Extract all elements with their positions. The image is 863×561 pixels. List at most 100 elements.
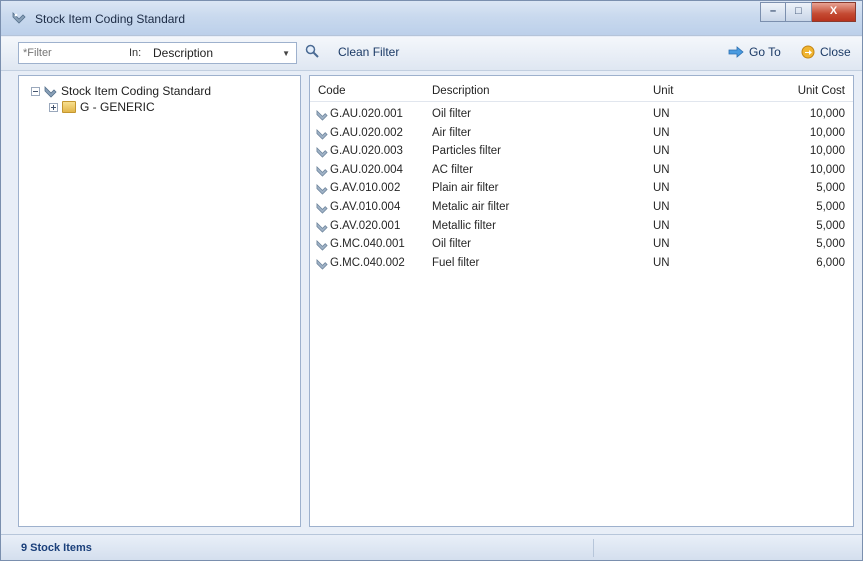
clean-filter-label: Clean Filter (338, 45, 400, 59)
close-icon: X (829, 5, 838, 17)
cell-code: G.AV.010.002 (330, 182, 401, 195)
cell-code: G.AU.020.001 (330, 108, 403, 120)
cell-unit-cost: 5,000 (816, 201, 845, 213)
cell-unit: UN (653, 182, 670, 195)
cell-description: Metalic air filter (432, 201, 510, 213)
go-to-arrow-icon (728, 46, 744, 58)
cell-unit-cost: 10,000 (809, 145, 845, 158)
cell-code: G.AU.020.002 (330, 126, 403, 139)
column-header-unit-cost[interactable]: Unit Cost (798, 85, 845, 97)
cell-description: Particles filter (432, 145, 502, 158)
cell-unit: UN (653, 201, 670, 213)
stock-item-icon (316, 165, 328, 177)
minimize-icon: – (769, 5, 777, 17)
tree-root-label: Stock Item Coding Standard (61, 84, 212, 98)
cell-unit-cost: 5,000 (816, 219, 845, 232)
cell-code: G.MC.040.001 (330, 238, 405, 251)
stock-items-list[interactable]: Code Description Unit Unit Cost G.AU.020… (309, 75, 854, 527)
cell-unit: UN (653, 126, 670, 139)
stock-item-icon (316, 202, 328, 214)
table-row[interactable]: G.AU.020.004 AC filter UN 10,000 (310, 162, 853, 180)
window-title: Stock Item Coding Standard (35, 12, 186, 26)
cell-unit-cost: 10,000 (809, 108, 845, 120)
list-header: Code Description Unit Unit Cost (310, 76, 853, 102)
folder-icon (62, 101, 76, 113)
column-header-code[interactable]: Code (318, 85, 346, 97)
close-window-button[interactable]: X (812, 2, 856, 22)
go-to-label: Go To (749, 45, 781, 59)
cell-description: Plain air filter (432, 182, 499, 195)
filter-box: In: Description ▼ (18, 42, 297, 64)
stock-item-icon (316, 109, 328, 121)
close-circle-icon (801, 45, 815, 59)
table-row[interactable]: G.AV.020.001 Metallic filter UN 5,000 (310, 218, 853, 236)
cell-unit-cost: 5,000 (816, 238, 845, 251)
tree-node-label: G - GENERIC (80, 100, 155, 114)
cell-description: Oil filter (432, 108, 471, 120)
column-header-description[interactable]: Description (432, 85, 490, 97)
filter-input[interactable] (19, 43, 129, 63)
window-controls: – □ X (760, 2, 856, 22)
table-row[interactable]: G.AU.020.002 Air filter UN 10,000 (310, 125, 853, 143)
table-row[interactable]: G.MC.040.002 Fuel filter UN 6,000 (310, 255, 853, 273)
app-icon (12, 12, 26, 24)
tree-panel[interactable]: Stock Item Coding Standard G - GENERIC (18, 75, 301, 527)
cell-code: G.AV.010.004 (330, 201, 401, 213)
go-to-button[interactable]: Go To (728, 45, 781, 59)
collapse-icon[interactable] (31, 86, 40, 96)
cell-code: G.AV.020.001 (330, 219, 401, 232)
cell-description: Metallic filter (432, 219, 496, 232)
table-row[interactable]: G.MC.040.001 Oil filter UN 5,000 (310, 236, 853, 254)
cell-description: AC filter (432, 163, 473, 176)
stock-item-icon (316, 128, 328, 140)
toolbar: In: Description ▼ Clean Filter Go To (1, 37, 862, 71)
cell-unit: UN (653, 163, 670, 176)
cell-description: Air filter (432, 126, 471, 139)
maximize-icon: □ (795, 5, 802, 17)
cell-unit: UN (653, 256, 670, 269)
cell-unit: UN (653, 219, 670, 232)
cell-unit-cost: 10,000 (809, 126, 845, 139)
table-row[interactable]: G.AV.010.002 Plain air filter UN 5,000 (310, 180, 853, 198)
close-label: Close (820, 45, 851, 59)
clean-filter-button[interactable]: Clean Filter (338, 45, 399, 59)
stock-item-icon (316, 221, 328, 233)
tree-node-generic[interactable]: G - GENERIC (49, 100, 155, 114)
cell-description: Oil filter (432, 238, 471, 251)
cell-unit-cost: 5,000 (816, 182, 845, 195)
cell-description: Fuel filter (432, 256, 480, 269)
status-bar: 9 Stock Items (1, 534, 862, 560)
stock-item-icon (316, 240, 328, 251)
cell-unit: UN (653, 145, 670, 158)
title-bar[interactable]: Stock Item Coding Standard – □ X (1, 1, 862, 36)
stock-item-icon (316, 258, 328, 270)
in-label: In: (129, 47, 142, 59)
cell-unit-cost: 10,000 (809, 163, 845, 176)
search-field-dropdown[interactable]: Description ▼ (153, 46, 296, 60)
chevron-down-icon: ▼ (282, 48, 290, 58)
cell-unit-cost: 6,000 (816, 256, 845, 269)
stock-item-icon (316, 147, 328, 158)
maximize-button[interactable]: □ (786, 2, 812, 22)
cell-code: G.AU.020.003 (330, 145, 403, 158)
table-row[interactable]: G.AU.020.003 Particles filter UN 10,000 (310, 143, 853, 161)
cell-unit: UN (653, 108, 670, 120)
column-header-unit[interactable]: Unit (653, 85, 673, 97)
stock-item-icon (316, 184, 328, 195)
table-row[interactable]: G.AU.020.001 Oil filter UN 10,000 (310, 106, 853, 124)
close-button[interactable]: Close (801, 45, 851, 59)
search-icon (305, 44, 319, 58)
cell-unit: UN (653, 238, 670, 251)
status-text: 9 Stock Items (21, 542, 92, 554)
stock-item-coding-window: Stock Item Coding Standard – □ X In: Des… (0, 0, 863, 561)
table-row[interactable]: G.AV.010.004 Metalic air filter UN 5,000 (310, 199, 853, 217)
cell-code: G.MC.040.002 (330, 256, 405, 269)
search-button[interactable] (305, 44, 319, 58)
stock-item-icon (44, 85, 57, 98)
minimize-button[interactable]: – (760, 2, 786, 22)
tree-root[interactable]: Stock Item Coding Standard (31, 84, 211, 98)
search-field-value: Description (153, 46, 214, 60)
expand-icon[interactable] (49, 102, 58, 112)
cell-code: G.AU.020.004 (330, 163, 403, 176)
status-divider (593, 539, 594, 557)
